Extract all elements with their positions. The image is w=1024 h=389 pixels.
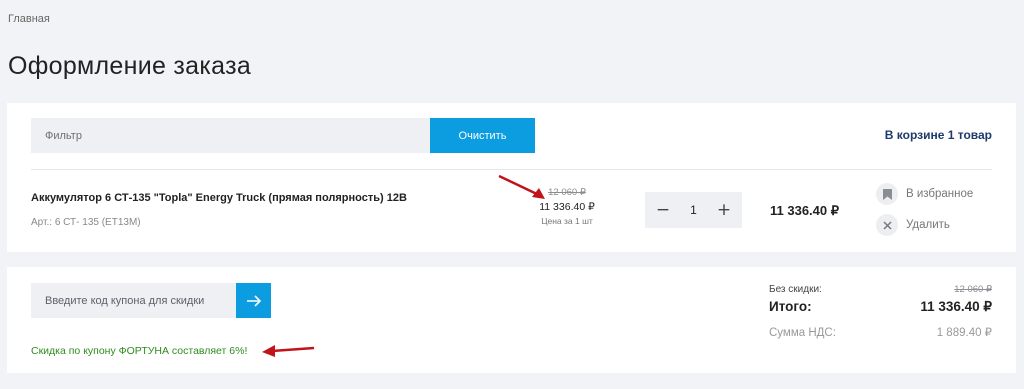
page-title: Оформление заказа [8, 52, 252, 80]
no-discount-label: Без скидки: [769, 284, 822, 295]
vat-value: 1 889.40 ₽ [936, 327, 992, 339]
breadcrumb-home-link[interactable]: Главная [8, 13, 50, 25]
product-article: Арт.: 6 СТ- 135 (ЕТ13М) [31, 217, 141, 228]
unit-price-label: Цена за 1 шт [541, 216, 593, 226]
unit-price: 11 336.40 ₽ [539, 201, 595, 213]
summary-card: Скидка по купону ФОРТУНА составляет 6%! … [7, 267, 1016, 373]
coupon-input[interactable] [31, 283, 236, 318]
product-name[interactable]: Аккумулятор 6 СТ-135 "Topla" Energy Truc… [31, 192, 407, 204]
decrease-quantity-button[interactable]: − [653, 200, 673, 220]
bookmark-icon [876, 183, 898, 205]
favorites-label: В избранное [906, 188, 974, 200]
breadcrumb: Главная [8, 13, 50, 25]
add-to-favorites-button[interactable]: В избранное [876, 183, 973, 205]
summary-no-discount: Без скидки: 12 060 ₽ [769, 284, 992, 295]
quantity-stepper: − 1 + [645, 192, 742, 228]
quantity-value[interactable]: 1 [690, 203, 697, 217]
arrow-right-icon [246, 294, 261, 307]
summary-vat: Сумма НДС: 1 889.40 ₽ [769, 325, 992, 339]
close-icon [876, 214, 898, 236]
cart-count: В корзине 1 товар [884, 128, 992, 142]
price-block: 12 060 ₽ 11 336.40 ₽ Цена за 1 шт [527, 187, 607, 226]
filter-field [31, 118, 430, 153]
clear-button[interactable]: Очистить [430, 118, 535, 153]
coupon-field [31, 283, 236, 318]
summary-total: Итого: 11 336.40 ₽ [769, 299, 992, 315]
apply-coupon-button[interactable] [236, 283, 271, 318]
line-total: 11 336.40 ₽ [770, 203, 839, 218]
divider [31, 169, 992, 170]
total-label: Итого: [769, 299, 812, 314]
increase-quantity-button[interactable]: + [714, 200, 734, 220]
no-discount-value: 12 060 ₽ [954, 284, 992, 295]
coupon-success-message: Скидка по купону ФОРТУНА составляет 6%! [31, 345, 248, 357]
cart-card: Очистить В корзине 1 товар Аккумулятор 6… [7, 103, 1016, 252]
old-price: 12 060 ₽ [548, 187, 586, 198]
vat-label: Сумма НДС: [769, 327, 836, 339]
delete-label: Удалить [906, 219, 950, 231]
filter-input[interactable] [31, 118, 430, 153]
delete-button[interactable]: Удалить [876, 214, 950, 236]
total-value: 11 336.40 ₽ [920, 299, 992, 314]
